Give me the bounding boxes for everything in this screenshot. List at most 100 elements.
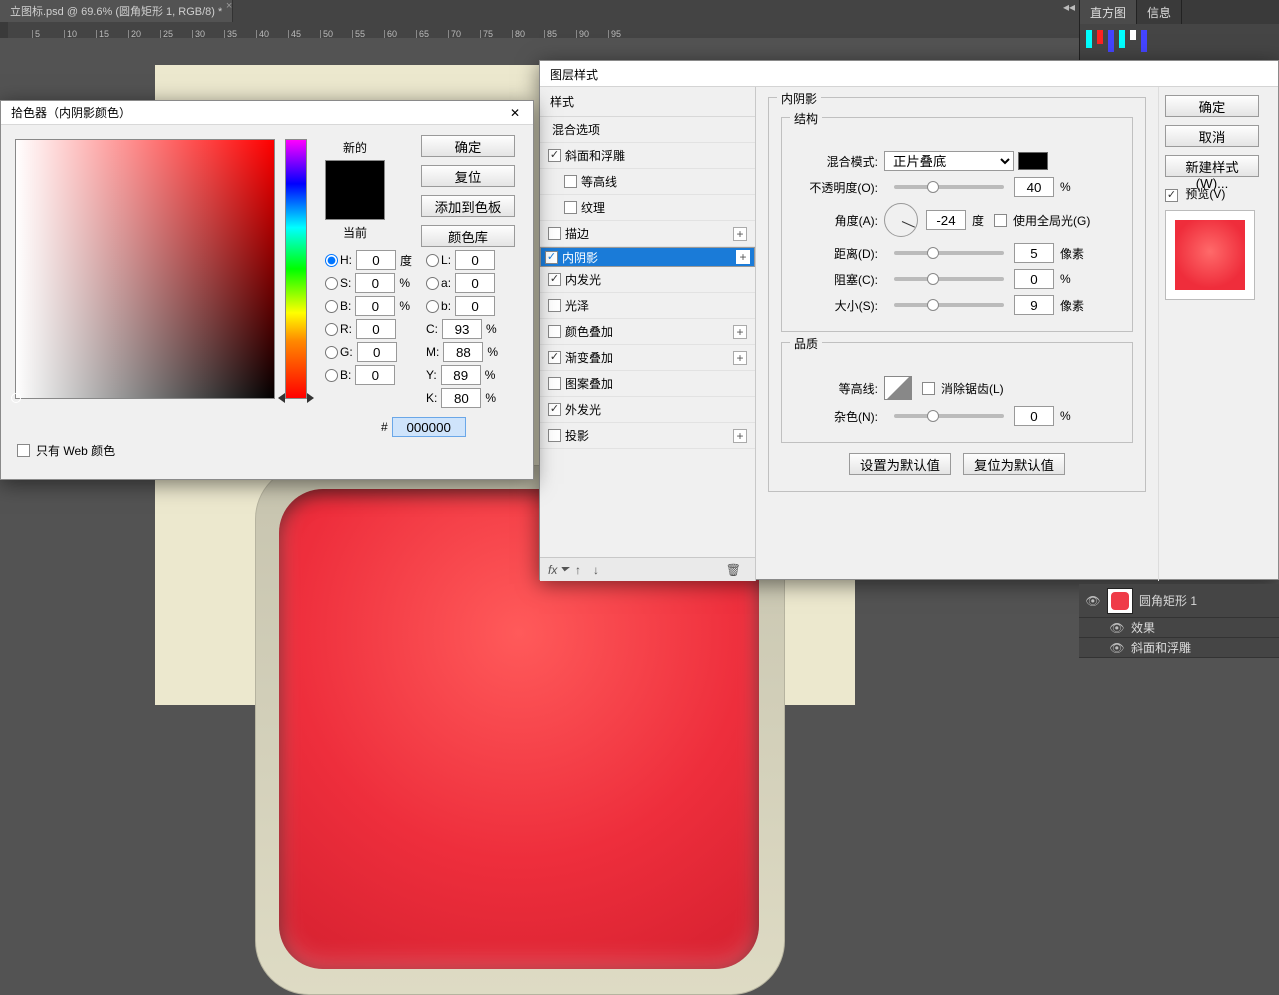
a-input[interactable] [455, 273, 495, 293]
style-down-icon[interactable]: ↓ [593, 563, 599, 577]
cp-ok-button[interactable]: 确定 [421, 135, 515, 157]
new-style-button[interactable]: 新建样式(W)... [1165, 155, 1259, 177]
radio-l[interactable] [426, 254, 439, 267]
angle-input[interactable] [926, 210, 966, 230]
size-input[interactable] [1014, 295, 1054, 315]
style-row-8[interactable]: 渐变叠加+ [540, 345, 755, 371]
cancel-button[interactable]: 取消 [1165, 125, 1259, 147]
radio-r[interactable] [325, 323, 338, 336]
style-row-2[interactable]: 纹理 [540, 195, 755, 221]
s-input[interactable] [355, 273, 395, 293]
style-row-1[interactable]: 等高线 [540, 169, 755, 195]
hue-slider[interactable] [285, 139, 307, 399]
style-row-11[interactable]: 投影+ [540, 423, 755, 449]
radio-h[interactable] [325, 254, 338, 267]
radio-b2[interactable] [325, 369, 338, 382]
style-row-6[interactable]: 光泽 [540, 293, 755, 319]
style-checkbox[interactable] [548, 403, 561, 416]
color-field[interactable] [15, 139, 275, 399]
tab-histogram[interactable]: 直方图 [1080, 0, 1137, 24]
distance-input[interactable] [1014, 243, 1054, 263]
style-checkbox[interactable] [548, 299, 561, 312]
blending-options-row[interactable]: 混合选项 [540, 117, 755, 143]
hex-input[interactable] [392, 417, 466, 437]
opacity-input[interactable] [1014, 177, 1054, 197]
antialias-checkbox[interactable] [922, 382, 935, 395]
m-input[interactable] [443, 342, 483, 362]
web-only-checkbox[interactable] [17, 444, 30, 457]
style-checkbox[interactable] [548, 149, 561, 162]
make-default-button[interactable]: 设置为默认值 [849, 453, 951, 475]
layer-thumb[interactable] [1107, 588, 1133, 614]
new-current-swatch[interactable] [325, 160, 385, 220]
add-style-icon[interactable]: + [733, 227, 747, 241]
radio-lab-b[interactable] [426, 300, 439, 313]
size-slider[interactable] [894, 303, 1004, 307]
style-row-7[interactable]: 颜色叠加+ [540, 319, 755, 345]
opacity-slider[interactable] [894, 185, 1004, 189]
style-row-4[interactable]: 内阴影+ [540, 247, 755, 267]
noise-slider[interactable] [894, 414, 1004, 418]
style-checkbox[interactable] [548, 273, 561, 286]
style-checkbox[interactable] [548, 429, 561, 442]
r-input[interactable] [356, 319, 396, 339]
cp-color-libs-button[interactable]: 颜色库 [421, 225, 515, 247]
style-checkbox[interactable] [564, 201, 577, 214]
visibility-icon[interactable]: 👁 [1085, 594, 1101, 608]
style-row-9[interactable]: 图案叠加 [540, 371, 755, 397]
shadow-color-swatch[interactable] [1018, 152, 1048, 170]
document-tab[interactable]: 立图标.psd @ 69.6% (圆角矩形 1, RGB/8) * × [0, 0, 233, 22]
style-checkbox[interactable] [545, 251, 558, 264]
layer-row[interactable]: 👁 圆角矩形 1 [1079, 584, 1279, 618]
style-checkbox[interactable] [548, 351, 561, 364]
panel-collapse-icon[interactable]: ◂◂ [1059, 0, 1079, 16]
style-checkbox[interactable] [548, 227, 561, 240]
ok-button[interactable]: 确定 [1165, 95, 1259, 117]
h-input[interactable] [356, 250, 396, 270]
lab-b-input[interactable] [455, 296, 495, 316]
tab-info[interactable]: 信息 [1137, 0, 1182, 24]
blend-mode-select[interactable]: 正片叠底 [884, 151, 1014, 171]
color-cursor[interactable] [11, 393, 21, 403]
add-style-icon[interactable]: + [733, 429, 747, 443]
style-row-0[interactable]: 斜面和浮雕 [540, 143, 755, 169]
radio-a[interactable] [426, 277, 439, 290]
style-checkbox[interactable] [548, 325, 561, 338]
use-global-light-checkbox[interactable] [994, 214, 1007, 227]
radio-b[interactable] [325, 300, 338, 313]
style-checkbox[interactable] [564, 175, 577, 188]
cp-reset-button[interactable]: 复位 [421, 165, 515, 187]
layer-effects-row[interactable]: 👁 效果 [1079, 618, 1279, 638]
style-trash-icon[interactable]: 🗑 [726, 563, 741, 577]
k-input[interactable] [441, 388, 481, 408]
close-icon[interactable]: ✕ [507, 106, 523, 120]
add-style-icon[interactable]: + [733, 325, 747, 339]
visibility-icon[interactable]: 👁 [1109, 621, 1125, 635]
distance-slider[interactable] [894, 251, 1004, 255]
visibility-icon[interactable]: 👁 [1109, 641, 1125, 655]
angle-dial[interactable] [884, 203, 918, 237]
choke-slider[interactable] [894, 277, 1004, 281]
add-style-icon[interactable]: + [733, 351, 747, 365]
style-row-10[interactable]: 外发光 [540, 397, 755, 423]
style-checkbox[interactable] [548, 377, 561, 390]
b2-input[interactable] [355, 365, 395, 385]
add-style-icon[interactable]: + [736, 250, 750, 264]
radio-g[interactable] [325, 346, 338, 359]
contour-picker[interactable] [884, 376, 912, 400]
noise-input[interactable] [1014, 406, 1054, 426]
style-up-icon[interactable]: ↑ [575, 563, 581, 577]
tab-close-icon[interactable]: × [226, 0, 232, 12]
y-input[interactable] [441, 365, 481, 385]
layer-effect-bevel[interactable]: 👁 斜面和浮雕 [1079, 638, 1279, 658]
cp-add-swatch-button[interactable]: 添加到色板 [421, 195, 515, 217]
choke-input[interactable] [1014, 269, 1054, 289]
radio-s[interactable] [325, 277, 338, 290]
style-row-3[interactable]: 描边+ [540, 221, 755, 247]
preview-checkbox[interactable] [1165, 189, 1178, 202]
b-input[interactable] [355, 296, 395, 316]
reset-default-button[interactable]: 复位为默认值 [963, 453, 1065, 475]
style-row-5[interactable]: 内发光 [540, 267, 755, 293]
g-input[interactable] [357, 342, 397, 362]
c-input[interactable] [442, 319, 482, 339]
